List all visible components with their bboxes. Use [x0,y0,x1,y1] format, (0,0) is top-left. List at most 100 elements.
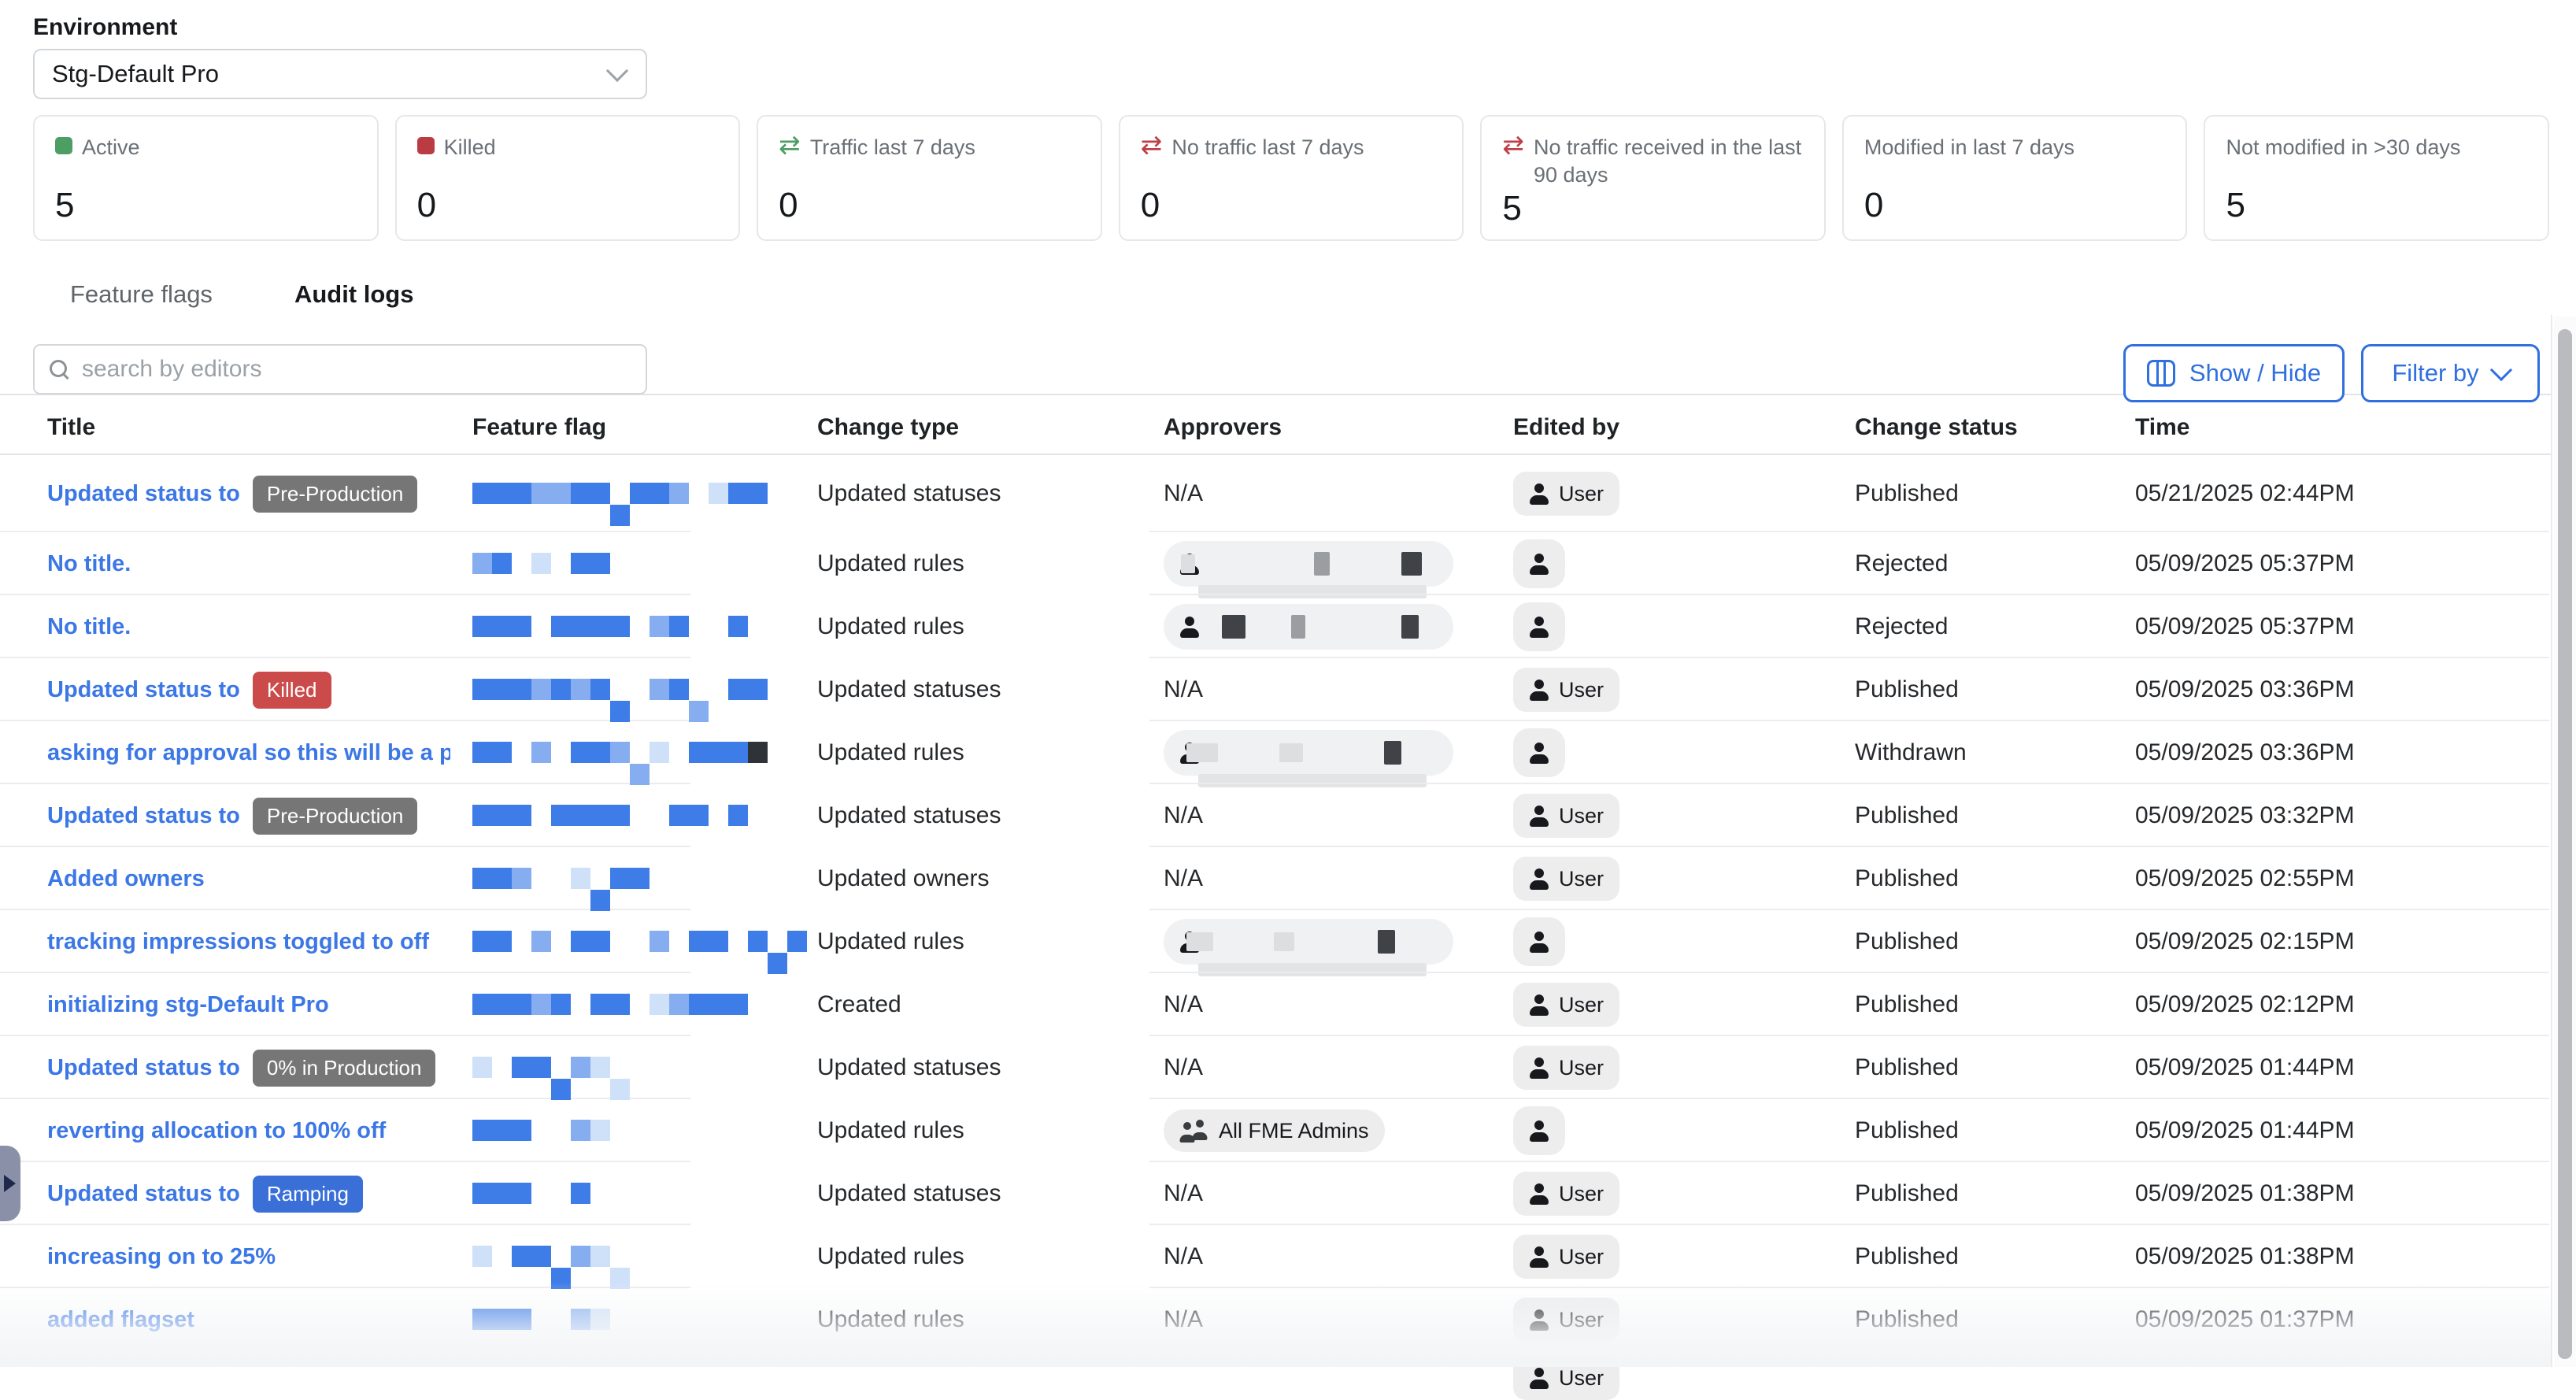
redacted-blob [1186,743,1218,762]
redacted-pixel [531,616,551,637]
stat-card-value: 0 [1864,186,2166,225]
redacted-pixel [709,679,728,700]
table-row: added flagsetUpdated rulesN/AUserPublish… [0,1288,2551,1351]
redacted-pixel [709,742,728,763]
redacted-pixel [669,994,689,1015]
redacted-pixel [689,994,709,1015]
redacted-pixel [610,742,630,763]
table-row: Added ownersUpdated ownersN/AUserPublish… [0,847,2551,910]
user-chip-label: User [1559,993,1604,1017]
audit-title-link[interactable]: No title. [47,551,131,577]
redacted-pixel [512,483,531,504]
edited-by-user-chip: User [1513,1172,1619,1216]
redacted-pixel [689,701,709,722]
redacted-pixel [650,679,669,700]
time-cell: 05/09/2025 01:37PM [2135,1306,2551,1333]
redacted-pixel [472,868,492,889]
change-status-cell: Rejected [1855,550,2135,577]
audit-title-link[interactable]: Added owners [47,866,205,892]
feature-flag-redacted [472,805,817,827]
feature-flag-redacted [472,553,817,575]
change-type-cell: Updated rules [817,928,1164,955]
audit-title-link[interactable]: Updated status to [47,803,240,829]
stat-card: ⇄No traffic received in the last 90 days… [1480,115,1826,241]
time-cell: 05/09/2025 02:55PM [2135,865,2551,892]
redacted-pixel [512,805,531,826]
audit-title-link[interactable]: Updated status to [47,1055,240,1081]
audit-title-link[interactable]: reverting allocation to 100% off [47,1118,386,1144]
table-header: Title Feature flag Change type Approvers… [0,402,2551,455]
redacted-pixel [571,1057,590,1078]
change-type-cell: Updated statuses [817,480,1164,507]
change-status-cell: Published [1855,1054,2135,1081]
redacted-pixel [590,679,610,700]
audit-title-link[interactable]: initializing stg-Default Pro [47,992,329,1018]
environment-label: Environment [33,14,177,41]
stat-card-label-row: ⇄No traffic last 7 days [1141,134,1442,161]
approvers-cell: N/A [1164,865,1513,892]
search-input[interactable] [80,355,631,383]
filter-by-button[interactable]: Filter by [2361,344,2540,402]
stat-card: Active5 [33,115,379,241]
stat-card-value: 0 [417,186,719,225]
approvers-cell: N/A [1164,676,1513,703]
redacted-pixel [551,553,571,574]
change-type-cell: Updated statuses [817,676,1164,703]
approvers-cell: N/A [1164,991,1513,1018]
redacted-blob [1401,552,1422,576]
expand-sidebar-handle[interactable] [0,1146,20,1221]
table-row: tracking impressions toggled to off Updat… [0,910,2551,973]
stat-card-label-row: Not modified in >30 days [2226,134,2527,161]
scrollbar-thumb[interactable] [2558,329,2572,1359]
audit-title-link[interactable]: Updated status to [47,481,240,507]
person-icon [1529,553,1549,576]
edited-by-user-chip: User [1513,1298,1619,1342]
redacted-pixel [492,616,512,637]
redacted-pixel [472,1183,492,1204]
audit-title-link[interactable]: Updated status to [47,1181,240,1207]
redacted-pixel [492,994,512,1015]
stat-card-label: Traffic last 7 days [810,134,975,161]
user-chip-label: User [1559,1308,1604,1332]
change-type-cell: Updated statuses [817,1180,1164,1207]
audit-title-link[interactable]: increasing on to 25% [47,1244,276,1270]
title-cell: Updated status toPre-Production [0,798,472,835]
redacted-pixel [531,931,551,952]
redacted-pixel [492,805,512,826]
table-row: No title.Updated rulesRejected05/09/2025… [0,595,2551,658]
redacted-pixel [669,483,689,504]
approver-na: N/A [1164,1054,1203,1081]
audit-title-link[interactable]: No title. [47,614,131,640]
search-editors-box[interactable] [33,344,647,394]
person-icon [1529,1246,1549,1269]
redacted-pixel [709,805,728,826]
redacted-pixel [610,868,630,889]
show-hide-button[interactable]: Show / Hide [2123,344,2345,402]
redacted-pixel [512,1246,531,1267]
redacted-pixel [492,679,512,700]
redacted-pixel [531,553,551,574]
approvers-cell: N/A [1164,802,1513,829]
redacted-pixel [571,868,590,889]
redacted-pixel [571,1183,590,1204]
approvers-cell: All FME Admins [1164,1109,1513,1152]
redacted-pixel [590,931,610,952]
audit-title-link[interactable]: Updated status to [47,677,240,703]
approvers-cell: N/A [1164,480,1513,507]
title-cell: No title. [0,551,472,577]
redacted-pixel [748,483,768,504]
redacted-pixel [610,805,630,826]
change-type-cell: Updated rules [817,739,1164,766]
approver-na: N/A [1164,1180,1203,1207]
audit-title-link[interactable]: added flagset [47,1307,194,1333]
column-edited-by: Edited by [1513,414,1855,441]
audit-title-link[interactable]: asking for approval so this will be a pe [47,740,450,766]
redacted-pixel [512,1309,531,1330]
redacted-pixel [571,994,590,1015]
redacted-pixel [669,931,689,952]
stat-card: Not modified in >30 days5 [2204,115,2549,241]
scrollbar-track[interactable] [2554,317,2576,1367]
audit-title-link[interactable]: tracking impressions toggled to off [47,929,429,955]
environment-select[interactable]: Stg-Default Pro [33,49,647,99]
redacted-pixel [590,553,610,574]
